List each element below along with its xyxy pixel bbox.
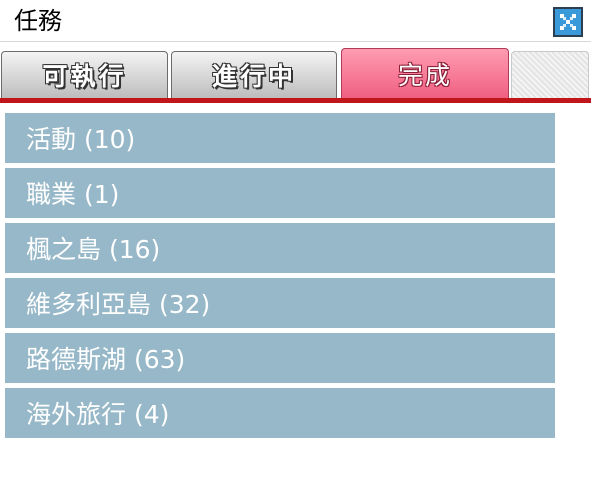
close-button[interactable] <box>553 7 583 37</box>
category-job[interactable]: 職業 (1) <box>5 168 555 218</box>
category-ludus-lake[interactable]: 路德斯湖 (63) <box>5 333 555 383</box>
tab-divider <box>0 98 591 103</box>
tab-completed[interactable]: 完成 <box>341 48 509 98</box>
quest-tabs: 可執行 進行中 完成 <box>0 45 591 98</box>
category-maple-island[interactable]: 楓之島 (16) <box>5 223 555 273</box>
close-icon <box>560 14 576 30</box>
tab-in-progress[interactable]: 進行中 <box>171 51 337 98</box>
tab-empty-slot <box>511 51 589 98</box>
category-victoria-island[interactable]: 維多利亞島 (32) <box>5 278 555 328</box>
category-events[interactable]: 活動 (10) <box>5 113 555 163</box>
tab-available[interactable]: 可執行 <box>1 51 168 98</box>
category-overseas-travel[interactable]: 海外旅行 (4) <box>5 388 555 438</box>
quest-category-list: 活動 (10) 職業 (1) 楓之島 (16) 維多利亞島 (32) 路德斯湖 … <box>5 113 555 443</box>
window-titlebar: 任務 <box>0 0 591 42</box>
window-title: 任務 <box>14 7 62 35</box>
